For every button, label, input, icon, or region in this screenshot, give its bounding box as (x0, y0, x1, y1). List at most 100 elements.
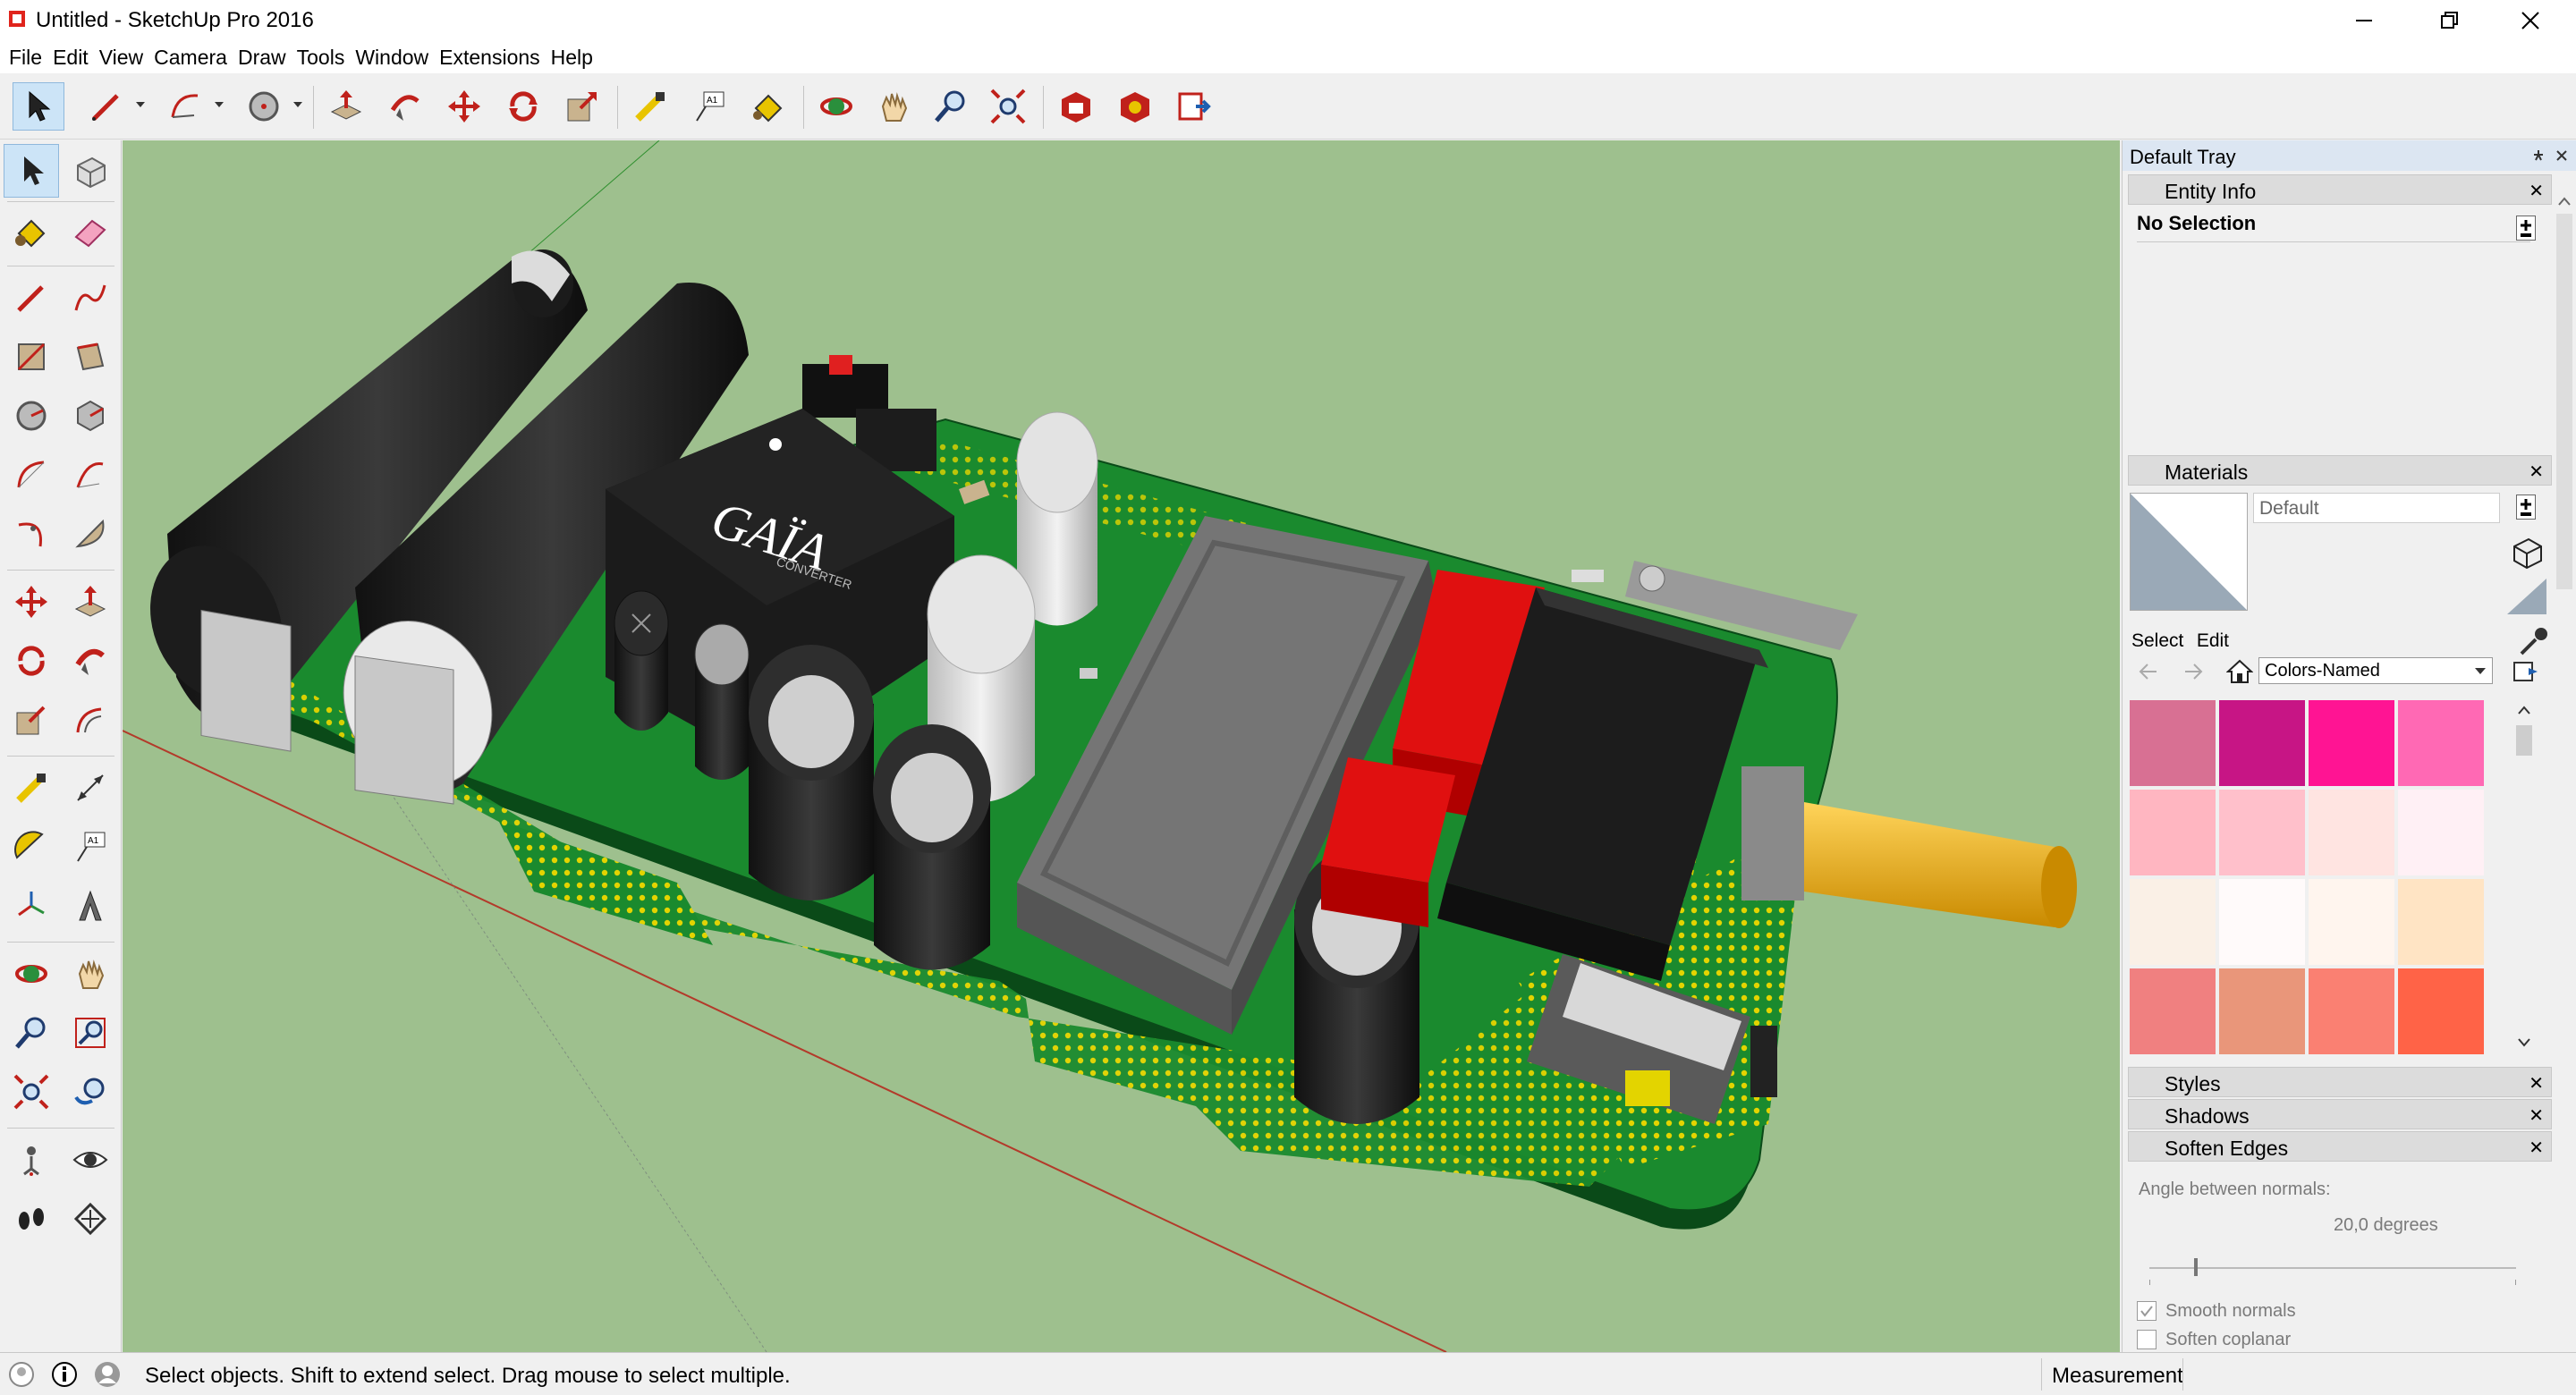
text-tool-button[interactable]: A1 (683, 82, 735, 131)
axes-tool-button[interactable] (4, 879, 59, 933)
scroll-thumb[interactable] (2516, 725, 2532, 756)
material-swatch[interactable] (2309, 790, 2394, 875)
expand-details-button[interactable] (2516, 495, 2536, 520)
scale-tool-button[interactable] (556, 82, 608, 131)
chevron-down-icon[interactable] (215, 100, 224, 109)
tape-measure-tool-button[interactable] (624, 82, 676, 131)
look-around-tool-button[interactable] (63, 1133, 118, 1187)
push-pull-tool-button[interactable] (320, 82, 372, 131)
scale-tool-button[interactable] (4, 693, 59, 747)
drawing-viewport[interactable]: GAÏA CONVERTER (123, 140, 2120, 1352)
pin-icon[interactable] (2532, 149, 2545, 162)
push-pull-tool-button[interactable] (63, 575, 118, 629)
geo-location-icon[interactable] (7, 1360, 36, 1389)
soften-coplanar-checkbox[interactable] (2137, 1330, 2157, 1349)
scroll-down-icon[interactable] (2518, 1038, 2530, 1047)
entity-info-header[interactable]: Entity Info ✕ (2128, 174, 2552, 205)
text-tool-button[interactable]: A1 (63, 820, 118, 874)
forward-arrow-icon[interactable] (2182, 661, 2207, 682)
zoom-tool-button[interactable] (925, 82, 977, 131)
capacitor-black-2[interactable] (873, 724, 991, 970)
zoom-extents-tool-button[interactable] (982, 82, 1034, 131)
follow-me-tool-button[interactable] (63, 634, 118, 688)
paint-bucket-tool-button[interactable] (742, 82, 794, 131)
tab-edit[interactable]: Edit (2197, 630, 2229, 651)
previous-view-tool-button[interactable] (63, 1065, 118, 1119)
material-swatch[interactable] (2130, 968, 2216, 1054)
scroll-thumb[interactable] (2556, 214, 2572, 589)
material-swatch[interactable] (2219, 879, 2305, 965)
zoom-window-tool-button[interactable] (63, 1006, 118, 1060)
close-icon[interactable]: ✕ (2529, 1104, 2544, 1127)
material-swatch[interactable] (2309, 700, 2394, 786)
close-icon[interactable]: ✕ (2529, 1137, 2544, 1159)
arc-tool-button[interactable] (4, 448, 59, 502)
chevron-down-icon[interactable] (136, 100, 145, 109)
scroll-up-icon[interactable] (2518, 706, 2530, 714)
move-tool-button[interactable] (438, 82, 490, 131)
scroll-up-icon[interactable] (2557, 196, 2572, 207)
material-swatch[interactable] (2219, 790, 2305, 875)
orbit-tool-button[interactable] (810, 82, 862, 131)
zoom-tool-button[interactable] (4, 1006, 59, 1060)
line-tool-button[interactable] (4, 271, 59, 325)
tray-scrollbar[interactable] (2552, 174, 2576, 1261)
menu-extensions[interactable]: Extensions (434, 46, 546, 70)
menu-view[interactable]: View (94, 46, 148, 70)
model-canvas[interactable]: GAÏA CONVERTER (123, 140, 2120, 1352)
make-component-tool-button[interactable] (63, 144, 118, 198)
close-icon[interactable] (2555, 149, 2568, 162)
tab-select[interactable]: Select (2131, 630, 2183, 651)
send-to-layout-button[interactable] (1168, 82, 1220, 131)
paint-bucket-tool-button[interactable] (4, 205, 59, 258)
minimize-button[interactable] (2334, 0, 2394, 41)
offset-tool-button[interactable] (63, 693, 118, 747)
styles-header[interactable]: Styles ✕ (2128, 1067, 2552, 1097)
circle-tool-button[interactable] (4, 389, 59, 443)
menu-tools[interactable]: Tools (292, 46, 351, 70)
pan-tool-button[interactable] (63, 947, 118, 1001)
freehand-tool-button[interactable] (63, 271, 118, 325)
close-icon[interactable]: ✕ (2529, 461, 2544, 483)
back-arrow-icon[interactable] (2135, 661, 2160, 682)
material-swatch[interactable] (2398, 879, 2484, 965)
three-point-arc-tool-button[interactable] (4, 507, 59, 561)
capacitor-small-2[interactable] (694, 623, 750, 780)
rectangle-tool-button[interactable] (4, 330, 59, 384)
menu-file[interactable]: File (4, 46, 47, 70)
material-swatch[interactable] (2130, 879, 2216, 965)
menu-draw[interactable]: Draw (233, 46, 292, 70)
info-icon[interactable] (50, 1360, 79, 1389)
angle-slider-thumb[interactable] (2194, 1258, 2198, 1276)
material-swatch[interactable] (2309, 968, 2394, 1054)
pie-tool-button[interactable] (63, 507, 118, 561)
protractor-tool-button[interactable] (4, 820, 59, 874)
warehouse-button[interactable] (1050, 82, 1102, 131)
select-tool-button[interactable] (13, 82, 64, 131)
arc-tool-button[interactable] (159, 82, 211, 131)
material-swatch[interactable] (2398, 968, 2484, 1054)
eraser-tool-button[interactable] (63, 205, 118, 258)
extension-warehouse-button[interactable] (1109, 82, 1161, 131)
capacitor-small-1[interactable] (614, 590, 669, 731)
pan-tool-button[interactable] (868, 82, 919, 131)
material-swatch[interactable] (2219, 700, 2305, 786)
measurements-input[interactable] (2182, 1358, 2565, 1391)
expand-details-button[interactable] (2516, 216, 2536, 241)
position-camera-tool-button[interactable] (4, 1133, 59, 1187)
zoom-extents-tool-button[interactable] (4, 1065, 59, 1119)
walk-tool-button[interactable] (4, 1192, 59, 1246)
materials-header[interactable]: Materials ✕ (2128, 455, 2552, 486)
rotated-rectangle-tool-button[interactable] (63, 330, 118, 384)
menu-camera[interactable]: Camera (148, 46, 233, 70)
rotate-tool-button[interactable] (497, 82, 549, 131)
material-swatch[interactable] (2309, 879, 2394, 965)
section-plane-tool-button[interactable] (63, 1192, 118, 1246)
pencil-tool-button[interactable] (80, 82, 132, 131)
home-icon[interactable] (2226, 659, 2253, 684)
library-select[interactable]: Colors-Named (2258, 657, 2493, 684)
dimension-tool-button[interactable] (63, 761, 118, 815)
capacitor-black-1[interactable] (749, 645, 874, 900)
select-tool-button[interactable] (4, 144, 59, 198)
menu-help[interactable]: Help (546, 46, 598, 70)
